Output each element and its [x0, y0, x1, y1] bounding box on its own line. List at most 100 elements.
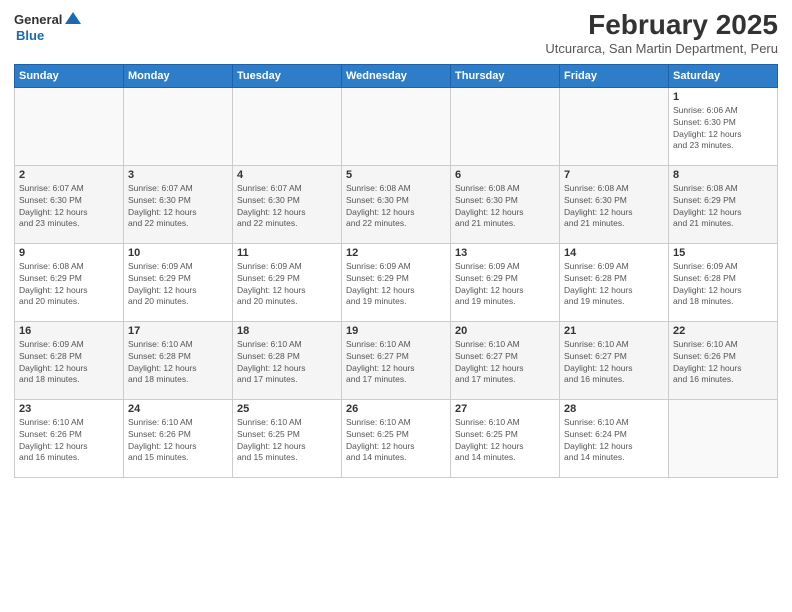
logo-blue: Blue — [16, 28, 44, 43]
calendar-cell: 13Sunrise: 6:09 AM Sunset: 6:29 PM Dayli… — [451, 243, 560, 321]
day-number: 8 — [673, 169, 773, 181]
day-number: 25 — [237, 403, 337, 415]
day-number: 5 — [346, 169, 446, 181]
calendar-cell: 4 Sunrise: 6:07 AM Sunset: 6:30 PM Daylig… — [233, 165, 342, 243]
day-number: 28 — [564, 403, 664, 415]
calendar-week-4: 16 Sunrise: 6:09 AM Sunset: 6:28 PM Dayli… — [15, 321, 778, 399]
calendar-cell: 28 Sunrise: 6:10 AM Sunset: 6:24 PM Dayli… — [560, 399, 669, 477]
day-info: Sunrise: 6:10 AM Sunset: 6:25 PM Dayligh… — [455, 417, 555, 465]
day-number: 21 — [564, 325, 664, 337]
calendar-cell: 15Sunrise: 6:09 AM Sunset: 6:28 PM Dayli… — [669, 243, 778, 321]
calendar-cell: 19 Sunrise: 6:10 AM Sunset: 6:27 PM Dayli… — [342, 321, 451, 399]
calendar-cell: 18 Sunrise: 6:10 AM Sunset: 6:28 PM Dayli… — [233, 321, 342, 399]
day-info: Sunrise: 6:10 AM Sunset: 6:28 PM Dayligh… — [237, 339, 337, 387]
calendar-week-3: 9Sunrise: 6:08 AM Sunset: 6:29 PM Daylig… — [15, 243, 778, 321]
day-number: 17 — [128, 325, 228, 337]
calendar-weekday-thursday: Thursday — [451, 64, 560, 87]
calendar-cell: 25 Sunrise: 6:10 AM Sunset: 6:25 PM Dayli… — [233, 399, 342, 477]
day-info: Sunrise: 6:06 AM Sunset: 6:30 PM Dayligh… — [673, 105, 773, 153]
day-info: Sunrise: 6:10 AM Sunset: 6:28 PM Dayligh… — [128, 339, 228, 387]
day-info: Sunrise: 6:10 AM Sunset: 6:27 PM Dayligh… — [346, 339, 446, 387]
day-number: 26 — [346, 403, 446, 415]
logo: General Blue — [14, 10, 83, 43]
day-info: Sunrise: 6:07 AM Sunset: 6:30 PM Dayligh… — [237, 183, 337, 231]
calendar-header-row: SundayMondayTuesdayWednesdayThursdayFrid… — [15, 64, 778, 87]
calendar-weekday-sunday: Sunday — [15, 64, 124, 87]
main-title: February 2025 — [545, 10, 778, 41]
day-info: Sunrise: 6:09 AM Sunset: 6:29 PM Dayligh… — [128, 261, 228, 309]
day-info: Sunrise: 6:10 AM Sunset: 6:26 PM Dayligh… — [128, 417, 228, 465]
day-info: Sunrise: 6:09 AM Sunset: 6:28 PM Dayligh… — [19, 339, 119, 387]
calendar-weekday-monday: Monday — [124, 64, 233, 87]
day-number: 20 — [455, 325, 555, 337]
calendar-week-2: 2 Sunrise: 6:07 AM Sunset: 6:30 PM Daylig… — [15, 165, 778, 243]
calendar-cell: 6 Sunrise: 6:08 AM Sunset: 6:30 PM Daylig… — [451, 165, 560, 243]
calendar-cell: 3Sunrise: 6:07 AM Sunset: 6:30 PM Daylig… — [124, 165, 233, 243]
calendar-cell — [124, 87, 233, 165]
day-info: Sunrise: 6:07 AM Sunset: 6:30 PM Dayligh… — [128, 183, 228, 231]
day-info: Sunrise: 6:09 AM Sunset: 6:28 PM Dayligh… — [564, 261, 664, 309]
day-number: 15 — [673, 247, 773, 259]
subtitle: Utcurarca, San Martin Department, Peru — [545, 41, 778, 56]
calendar-cell — [669, 399, 778, 477]
calendar-cell: 11 Sunrise: 6:09 AM Sunset: 6:29 PM Dayli… — [233, 243, 342, 321]
calendar-cell: 5 Sunrise: 6:08 AM Sunset: 6:30 PM Daylig… — [342, 165, 451, 243]
calendar-cell: 8 Sunrise: 6:08 AM Sunset: 6:29 PM Daylig… — [669, 165, 778, 243]
day-number: 2 — [19, 169, 119, 181]
day-info: Sunrise: 6:08 AM Sunset: 6:30 PM Dayligh… — [346, 183, 446, 231]
day-number: 16 — [19, 325, 119, 337]
day-number: 27 — [455, 403, 555, 415]
calendar-cell: 21 Sunrise: 6:10 AM Sunset: 6:27 PM Dayli… — [560, 321, 669, 399]
day-number: 11 — [237, 247, 337, 259]
day-number: 14 — [564, 247, 664, 259]
day-number: 24 — [128, 403, 228, 415]
calendar-cell — [560, 87, 669, 165]
day-info: Sunrise: 6:08 AM Sunset: 6:29 PM Dayligh… — [673, 183, 773, 231]
day-number: 9 — [19, 247, 119, 259]
calendar-cell — [451, 87, 560, 165]
calendar-cell: 16 Sunrise: 6:09 AM Sunset: 6:28 PM Dayli… — [15, 321, 124, 399]
title-block: February 2025 Utcurarca, San Martin Depa… — [545, 10, 778, 56]
logo-general: General — [14, 12, 62, 27]
calendar-cell: 7 Sunrise: 6:08 AM Sunset: 6:30 PM Daylig… — [560, 165, 669, 243]
day-number: 6 — [455, 169, 555, 181]
calendar-cell: 20 Sunrise: 6:10 AM Sunset: 6:27 PM Dayli… — [451, 321, 560, 399]
day-number: 19 — [346, 325, 446, 337]
day-info: Sunrise: 6:10 AM Sunset: 6:25 PM Dayligh… — [237, 417, 337, 465]
calendar-cell: 12 Sunrise: 6:09 AM Sunset: 6:29 PM Dayli… — [342, 243, 451, 321]
calendar-weekday-wednesday: Wednesday — [342, 64, 451, 87]
day-info: Sunrise: 6:08 AM Sunset: 6:30 PM Dayligh… — [564, 183, 664, 231]
calendar-weekday-tuesday: Tuesday — [233, 64, 342, 87]
calendar-cell: 14 Sunrise: 6:09 AM Sunset: 6:28 PM Dayli… — [560, 243, 669, 321]
day-number: 4 — [237, 169, 337, 181]
day-info: Sunrise: 6:10 AM Sunset: 6:24 PM Dayligh… — [564, 417, 664, 465]
calendar-cell: 27 Sunrise: 6:10 AM Sunset: 6:25 PM Dayli… — [451, 399, 560, 477]
day-info: Sunrise: 6:10 AM Sunset: 6:27 PM Dayligh… — [455, 339, 555, 387]
calendar-cell: 2 Sunrise: 6:07 AM Sunset: 6:30 PM Daylig… — [15, 165, 124, 243]
day-info: Sunrise: 6:09 AM Sunset: 6:29 PM Dayligh… — [346, 261, 446, 309]
day-info: Sunrise: 6:09 AM Sunset: 6:29 PM Dayligh… — [455, 261, 555, 309]
calendar-week-1: 1 Sunrise: 6:06 AM Sunset: 6:30 PM Daylig… — [15, 87, 778, 165]
calendar-cell: 9Sunrise: 6:08 AM Sunset: 6:29 PM Daylig… — [15, 243, 124, 321]
calendar-cell — [15, 87, 124, 165]
day-info: Sunrise: 6:08 AM Sunset: 6:30 PM Dayligh… — [455, 183, 555, 231]
calendar-cell — [233, 87, 342, 165]
calendar-cell: 17 Sunrise: 6:10 AM Sunset: 6:28 PM Dayli… — [124, 321, 233, 399]
calendar-cell: 26 Sunrise: 6:10 AM Sunset: 6:25 PM Dayli… — [342, 399, 451, 477]
calendar-cell: 1 Sunrise: 6:06 AM Sunset: 6:30 PM Daylig… — [669, 87, 778, 165]
day-number: 1 — [673, 91, 773, 103]
logo-icon — [63, 10, 83, 28]
day-number: 22 — [673, 325, 773, 337]
header: General Blue February 2025 Utcurarca, Sa… — [14, 10, 778, 56]
day-info: Sunrise: 6:10 AM Sunset: 6:25 PM Dayligh… — [346, 417, 446, 465]
day-number: 18 — [237, 325, 337, 337]
day-number: 10 — [128, 247, 228, 259]
calendar-cell: 23Sunrise: 6:10 AM Sunset: 6:26 PM Dayli… — [15, 399, 124, 477]
day-info: Sunrise: 6:10 AM Sunset: 6:27 PM Dayligh… — [564, 339, 664, 387]
day-number: 23 — [19, 403, 119, 415]
day-info: Sunrise: 6:07 AM Sunset: 6:30 PM Dayligh… — [19, 183, 119, 231]
calendar-weekday-friday: Friday — [560, 64, 669, 87]
day-info: Sunrise: 6:09 AM Sunset: 6:29 PM Dayligh… — [237, 261, 337, 309]
day-number: 7 — [564, 169, 664, 181]
day-number: 12 — [346, 247, 446, 259]
